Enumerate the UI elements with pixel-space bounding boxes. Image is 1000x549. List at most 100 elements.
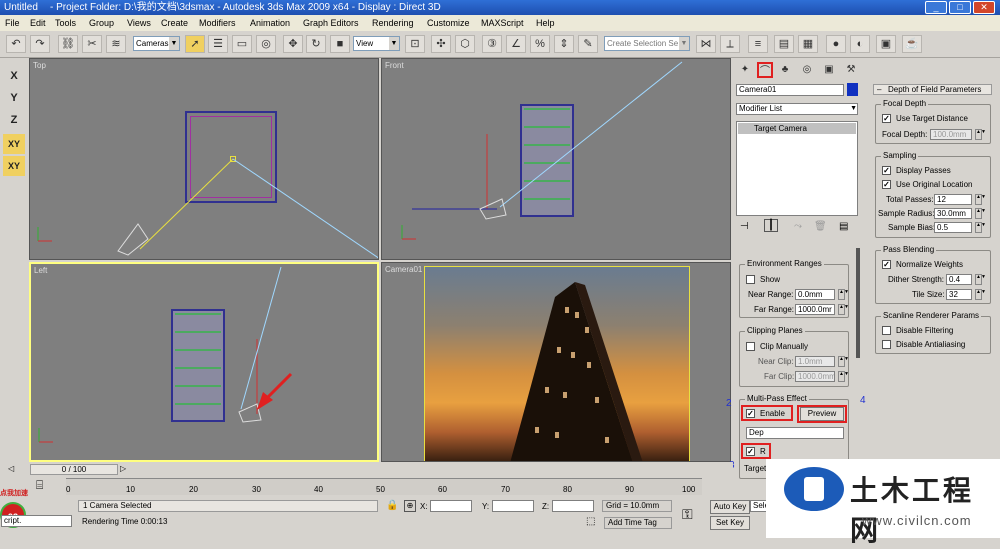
create-tab-icon[interactable]: ✦ <box>737 62 753 78</box>
menu-tools[interactable]: Tools <box>55 15 76 31</box>
bind-spacewarp-icon[interactable]: ≋ <box>106 35 126 53</box>
named-selection-edit-icon[interactable]: ✎ <box>578 35 598 53</box>
sample-bias-input[interactable]: 0.5 <box>934 222 972 233</box>
select-object-icon[interactable]: ➚ <box>185 35 205 53</box>
key-icon[interactable]: ⚿ <box>682 506 693 523</box>
percent-snap-icon[interactable]: % <box>530 35 550 53</box>
sample-bias-spinner[interactable]: ▲▼ <box>975 222 986 233</box>
axis-z-button[interactable]: Z <box>3 110 25 130</box>
undo-icon[interactable]: ↶ <box>6 35 26 53</box>
rectangular-region-icon[interactable]: ▭ <box>232 35 252 53</box>
menu-help[interactable]: Help <box>536 15 555 31</box>
hierarchy-tab-icon[interactable]: ♣ <box>777 62 793 78</box>
clip-manually-checkbox[interactable] <box>746 342 755 351</box>
minimize-button[interactable]: _ <box>925 1 947 14</box>
viewport-left[interactable]: Left <box>29 262 379 462</box>
snap-toggle-icon[interactable]: ③ <box>482 35 502 53</box>
display-passes-checkbox[interactable]: ✓ <box>882 166 891 175</box>
menu-edit[interactable]: Edit <box>30 15 46 31</box>
curve-editor-icon[interactable]: ▤ <box>774 35 794 53</box>
modifier-list-select[interactable]: Modifier List ▼ <box>736 103 858 115</box>
normalize-weights-checkbox[interactable]: ✓ <box>882 260 891 269</box>
menu-graph-editors[interactable]: Graph Editors <box>303 15 359 31</box>
window-crossing-icon[interactable]: ◎ <box>256 35 276 53</box>
rendered-frame-icon[interactable]: ▣ <box>876 35 896 53</box>
menu-maxscript[interactable]: MAXScript <box>481 15 524 31</box>
tile-size-spinner[interactable]: ▲▼ <box>975 289 986 300</box>
object-color-swatch[interactable] <box>847 83 858 96</box>
named-selection-input[interactable]: Create Selection Se ▼ <box>604 36 690 51</box>
total-passes-spinner[interactable]: ▲▼ <box>975 194 986 205</box>
menu-rendering[interactable]: Rendering <box>372 15 414 31</box>
modifier-stack[interactable]: Target Camera <box>736 121 858 216</box>
enable-multipass-checkbox[interactable]: ✓ <box>746 409 755 418</box>
add-time-tag-button[interactable]: Add Time Tag <box>604 517 672 529</box>
pin-stack-icon[interactable]: ⊣ <box>740 221 749 232</box>
material-editor-icon[interactable]: ● <box>826 35 846 53</box>
menu-views[interactable]: Views <box>127 15 151 31</box>
menu-modifiers[interactable]: Modifiers <box>199 15 236 31</box>
near-clip-spinner[interactable]: ▲▼ <box>838 356 849 367</box>
focal-depth-spinner[interactable]: ▲▼ <box>975 129 986 140</box>
lock-icon[interactable]: 🔒 <box>386 500 398 511</box>
align-icon[interactable]: ⟂ <box>720 35 740 53</box>
rotate-icon[interactable]: ↻ <box>306 35 326 53</box>
move-icon[interactable]: ✥ <box>283 35 303 53</box>
track-bar-icon[interactable]: ⌸ <box>36 478 43 493</box>
next-frame-icon[interactable]: ▷ <box>120 464 126 473</box>
x-coord-input[interactable] <box>430 500 472 512</box>
viewport-camera[interactable]: Camera01 <box>381 262 731 462</box>
motion-tab-icon[interactable]: ◎ <box>799 62 815 78</box>
menu-animation[interactable]: Animation <box>250 15 290 31</box>
use-original-location-checkbox[interactable]: ✓ <box>882 180 891 189</box>
spinner-snap-icon[interactable]: ⇕ <box>554 35 574 53</box>
redo-icon[interactable]: ↷ <box>30 35 50 53</box>
near-range-spinner[interactable]: ▲▼ <box>838 289 849 300</box>
axis-xy-button[interactable]: XY <box>3 134 25 154</box>
dither-strength-spinner[interactable]: ▲▼ <box>975 274 986 285</box>
viewport-front[interactable]: Front <box>381 58 731 260</box>
render-setup-icon[interactable]: ◐ <box>850 35 870 53</box>
configure-sets-icon[interactable]: ▤ <box>839 221 848 232</box>
pivot-center-icon[interactable]: ⊡ <box>405 35 425 53</box>
utilities-tab-icon[interactable]: ⚒ <box>843 62 859 78</box>
render-teapot-icon[interactable]: ☕ <box>902 35 922 53</box>
far-range-spinner[interactable]: ▲▼ <box>838 304 849 315</box>
panel-scrollbar[interactable] <box>856 248 860 358</box>
sample-radius-spinner[interactable]: ▲▼ <box>975 208 986 219</box>
keyboard-shortcut-icon[interactable]: ⬡ <box>455 35 475 53</box>
far-range-input[interactable]: 1000.0mr <box>795 304 835 315</box>
mirror-icon[interactable]: ⋈ <box>696 35 716 53</box>
menu-customize[interactable]: Customize <box>427 15 470 31</box>
select-manipulate-icon[interactable]: ✣ <box>431 35 451 53</box>
menu-file[interactable]: File <box>5 15 20 31</box>
auto-key-button[interactable]: Auto Key <box>710 500 750 514</box>
select-by-name-icon[interactable]: ☰ <box>208 35 228 53</box>
schematic-view-icon[interactable]: ▦ <box>798 35 818 53</box>
set-key-button[interactable]: Set Key <box>710 516 750 530</box>
menu-create[interactable]: Create <box>161 15 188 31</box>
near-range-input[interactable]: 0.0mm <box>795 289 835 300</box>
far-clip-spinner[interactable]: ▲▼ <box>838 371 849 382</box>
display-tab-icon[interactable]: ▣ <box>821 62 837 78</box>
viewport-top[interactable]: Top <box>29 58 379 260</box>
stack-item-target-camera[interactable]: Target Camera <box>738 123 856 134</box>
reference-coordinate-select[interactable]: View ▼ <box>353 36 400 51</box>
scale-icon[interactable]: ■ <box>330 35 350 53</box>
angle-snap-icon[interactable]: ∠ <box>506 35 526 53</box>
selection-filter-select[interactable]: Cameras ▼ <box>133 36 180 51</box>
select-link-icon[interactable]: ⛓ <box>58 35 78 53</box>
tile-size-input[interactable]: 32 <box>946 289 972 300</box>
use-target-distance-checkbox[interactable]: ✓ <box>882 114 891 123</box>
show-end-result-icon[interactable]: ┃ <box>764 219 779 232</box>
effect-type-select[interactable]: Dep <box>746 427 844 439</box>
prev-frame-icon[interactable]: ◁ <box>8 464 14 473</box>
sample-radius-input[interactable]: 30.0mm <box>934 208 972 219</box>
axis-x-button[interactable]: X <box>3 66 25 86</box>
time-ruler[interactable]: 0 10 20 30 40 50 60 70 80 90 100 <box>66 478 702 495</box>
show-ranges-checkbox[interactable] <box>746 275 755 284</box>
unlink-icon[interactable]: ✂ <box>82 35 102 53</box>
z-coord-input[interactable] <box>552 500 594 512</box>
maxscript-listener[interactable]: cript. <box>1 515 72 527</box>
total-passes-input[interactable]: 12 <box>934 194 972 205</box>
